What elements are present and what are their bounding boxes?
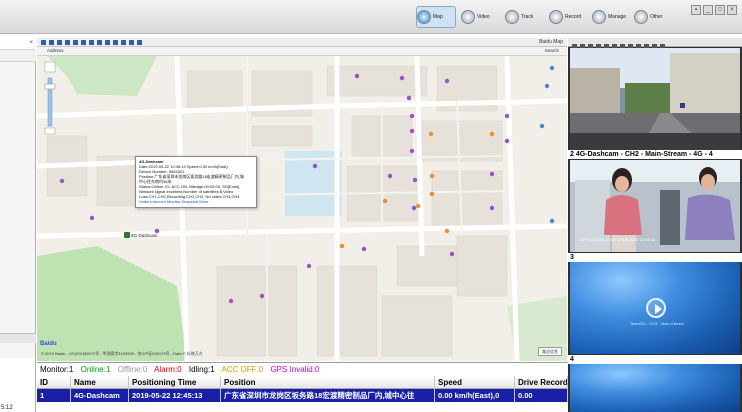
video-channel-4[interactable]	[570, 364, 740, 412]
popup-action-links[interactable]: Video Intercom Monitor Snapshot More	[139, 199, 253, 204]
column-header-positioning-time[interactable]: Positioning Time	[129, 376, 221, 389]
map-icon	[417, 10, 431, 24]
map-toolbar: Baidu Map	[37, 38, 567, 47]
vehicle-info-popup: 4G-Dashcam Date:2019-05-22 12:45:13 Spee…	[135, 156, 257, 208]
pin-window-icon[interactable]: ▪	[691, 5, 701, 15]
status-idling: Idling:1	[188, 365, 215, 374]
left-panel-row[interactable]	[0, 50, 36, 62]
left-bottom-text: 5:12	[1, 405, 13, 411]
map-canvas[interactable]	[37, 56, 567, 361]
video-channel-1[interactable]	[570, 48, 740, 150]
left-bottom-area: 5:12	[0, 358, 36, 412]
nav-track-label: Track	[521, 14, 534, 20]
left-vehicle-tree-panel: ×	[0, 38, 36, 358]
close-icon[interactable]: ×	[29, 40, 33, 46]
map-view[interactable]: 4G-Dashcam 4G-Dashcam Date:2019-05-22 12…	[37, 56, 567, 361]
map-search-label[interactable]: Search	[545, 48, 559, 53]
nav-map-label: Map	[433, 14, 443, 20]
status-acc-off: ACC OFF:0	[221, 365, 264, 374]
cell-position: 广东省深圳市龙岗区坂务路18宏渡精密制品厂内,城中心往	[221, 389, 435, 402]
map-address-bar: Address Search	[37, 47, 567, 56]
table-header: ID Name Positioning Time Position Speed …	[37, 376, 568, 389]
video-icon	[461, 10, 475, 24]
cell-name: 4G-Dashcam	[71, 389, 129, 402]
status-offline: Offline:0	[117, 365, 148, 374]
column-header-drive-record[interactable]: Drive Record	[515, 376, 568, 389]
video-osd-text: GPS:114.135,22.657 2019-05-22 12:45:12	[580, 237, 656, 242]
video-channel-2-label: 2 4G-Dashcam - CH2 - Main-Stream - 4G - …	[568, 150, 742, 159]
record-icon	[549, 10, 563, 24]
left-panel-footer	[0, 333, 36, 343]
manage-icon	[592, 10, 606, 24]
close-window-icon[interactable]: ×	[727, 5, 737, 15]
video-channel-2[interactable]: GPS:114.135,22.657 2019-05-22 12:45:12	[570, 160, 740, 252]
minimize-window-icon[interactable]: _	[703, 5, 713, 15]
column-header-speed[interactable]: Speed	[435, 376, 515, 389]
map-logo: Baidu	[40, 341, 57, 347]
video-channel-3-label: 3	[568, 253, 742, 262]
nav-other-button[interactable]: Other	[634, 6, 674, 28]
status-alarm: Alarm:0	[154, 365, 182, 374]
traffic-info-button[interactable]: 路况信息	[538, 347, 562, 356]
vehicle-map-label[interactable]: 4G-Dashcam	[131, 233, 158, 238]
street-camera-image	[570, 48, 740, 150]
nav-manage-label: Manage	[608, 14, 627, 20]
column-header-position[interactable]: Position	[221, 376, 435, 389]
nav-record-label: Record	[565, 14, 582, 20]
video-watermark: TeamGD - CH3 - Main-Stream	[630, 321, 684, 326]
column-header-name[interactable]: Name	[71, 376, 129, 389]
nav-other-label: Other	[650, 14, 663, 20]
vehicle-table: ID Name Positioning Time Position Speed …	[37, 376, 568, 412]
video-toolbar	[568, 38, 742, 49]
maximize-window-icon[interactable]: □	[715, 5, 725, 15]
cell-id: 1	[37, 389, 71, 402]
status-online: Online:1	[80, 365, 111, 374]
table-row[interactable]: 1 4G-Dashcam 2019-05-22 12:45:13 广东省深圳市龙…	[37, 389, 568, 402]
vehicle-status-bar: Monitor:1 Online:1 Offline:0 Alarm:0 Idl…	[37, 362, 568, 376]
nav-manage-button[interactable]: Manage	[592, 6, 632, 28]
vehicle-marker-icon[interactable]	[124, 232, 130, 238]
cell-speed: 0.00 km/h(East),0	[435, 389, 515, 402]
left-panel-row[interactable]: ×	[0, 38, 36, 50]
map-copyright: © 2019 Baidu - GS(2018)5572号 - 甲测资字11009…	[41, 351, 203, 356]
nav-track-button[interactable]: Track	[505, 6, 545, 28]
status-gps-invalid: GPS Invalid:0	[270, 365, 320, 374]
map-provider-select[interactable]: Baidu Map	[539, 39, 563, 45]
column-header-id[interactable]: ID	[37, 376, 71, 389]
nav-video-button[interactable]: Video	[461, 6, 501, 28]
play-icon[interactable]	[646, 298, 666, 318]
nav-map-button[interactable]: Map	[416, 6, 456, 28]
video-channel-3[interactable]: TeamGD - CH3 - Main-Stream	[570, 262, 740, 354]
map-tool-icons[interactable]	[39, 38, 149, 47]
map-address-label: Address	[47, 48, 64, 53]
other-icon	[634, 10, 648, 24]
video-channel-4-label: 4	[568, 355, 742, 364]
status-monitor: Monitor:1	[40, 365, 74, 374]
nav-record-button[interactable]: Record	[549, 6, 589, 28]
cell-time: 2019-05-22 12:45:13	[129, 389, 221, 402]
top-navigation-bar: Map Video Track Record Manage Other ▪ _ …	[0, 0, 742, 34]
cell-drive-record: 0.00	[515, 389, 568, 402]
nav-video-label: Video	[477, 14, 490, 20]
track-icon	[505, 10, 519, 24]
